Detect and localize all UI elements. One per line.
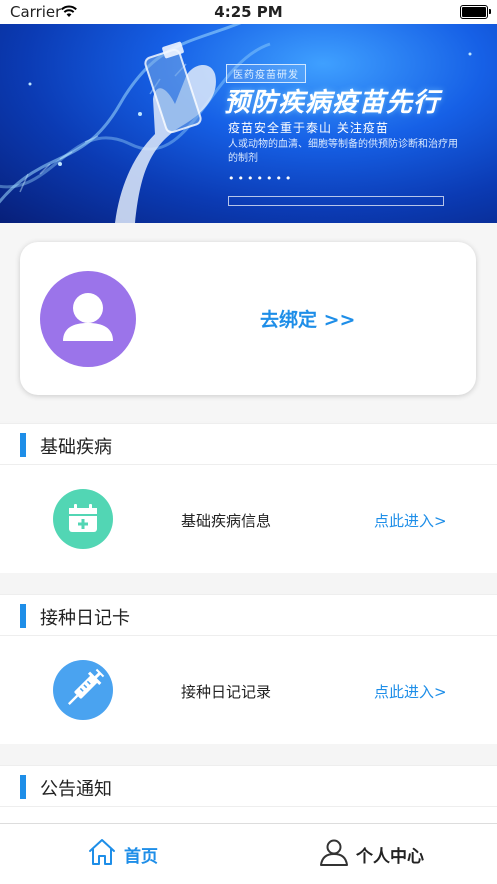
bind-link[interactable]: 去绑定 >> [260, 305, 355, 332]
banner-dots: ••••••• [228, 172, 295, 185]
section-header-announcements: 公告通知 [0, 765, 497, 807]
clock: 4:25 PM [214, 3, 283, 21]
home-icon [86, 836, 118, 872]
tab-home-label: 首页 [124, 846, 158, 867]
battery-icon [460, 5, 491, 19]
section-header-basic-disease: 基础疾病 [0, 423, 497, 465]
bind-card-area: 去绑定 >> [0, 223, 497, 421]
status-bar: Carrier 4:25 PM [0, 0, 497, 24]
enter-link[interactable]: 点此进入> [374, 681, 447, 702]
section-title: 接种日记卡 [40, 608, 130, 629]
person-icon [318, 836, 350, 872]
announcement-list [0, 807, 497, 823]
tab-profile-label: 个人中心 [356, 846, 424, 867]
bind-card[interactable]: 去绑定 >> [20, 242, 476, 395]
banner-decor-bar [228, 196, 444, 206]
vaccine-vial-icon [115, 41, 216, 223]
promo-banner[interactable]: 医药疫苗研发 预防疾病疫苗先行 疫苗安全重于泰山 关注疫苗 人或动物的血清、细胞… [0, 24, 497, 223]
row-label: 接种日记记录 [181, 683, 272, 701]
banner-tag: 医药疫苗研发 [226, 64, 306, 83]
section-header-vaccination-diary: 接种日记卡 [0, 594, 497, 636]
tab-home[interactable]: 首页 [86, 824, 158, 884]
section-title: 公告通知 [40, 779, 112, 800]
row-label: 基础疾病信息 [181, 512, 272, 530]
calendar-add-icon [53, 489, 113, 549]
section-accent-bar [20, 775, 26, 799]
syringe-icon [53, 660, 113, 720]
tab-bar: 首页 个人中心 [0, 823, 497, 884]
basic-disease-row[interactable]: 基础疾病信息 点此进入> [0, 465, 497, 573]
tab-profile[interactable]: 个人中心 [318, 824, 424, 884]
section-title: 基础疾病 [40, 437, 112, 458]
section-accent-bar [20, 433, 26, 457]
vaccination-diary-row[interactable]: 接种日记记录 点此进入> [0, 636, 497, 744]
banner-description: 人或动物的血清、细胞等制备的供预防诊断和治疗用的制剂 [228, 139, 458, 164]
banner-headline: 预防疾病疫苗先行 [224, 88, 441, 118]
avatar [40, 271, 136, 367]
person-avatar-icon [63, 293, 113, 341]
section-accent-bar [20, 604, 26, 628]
enter-link[interactable]: 点此进入> [374, 510, 447, 531]
banner-subline: 疫苗安全重于泰山 关注疫苗 [228, 121, 389, 135]
